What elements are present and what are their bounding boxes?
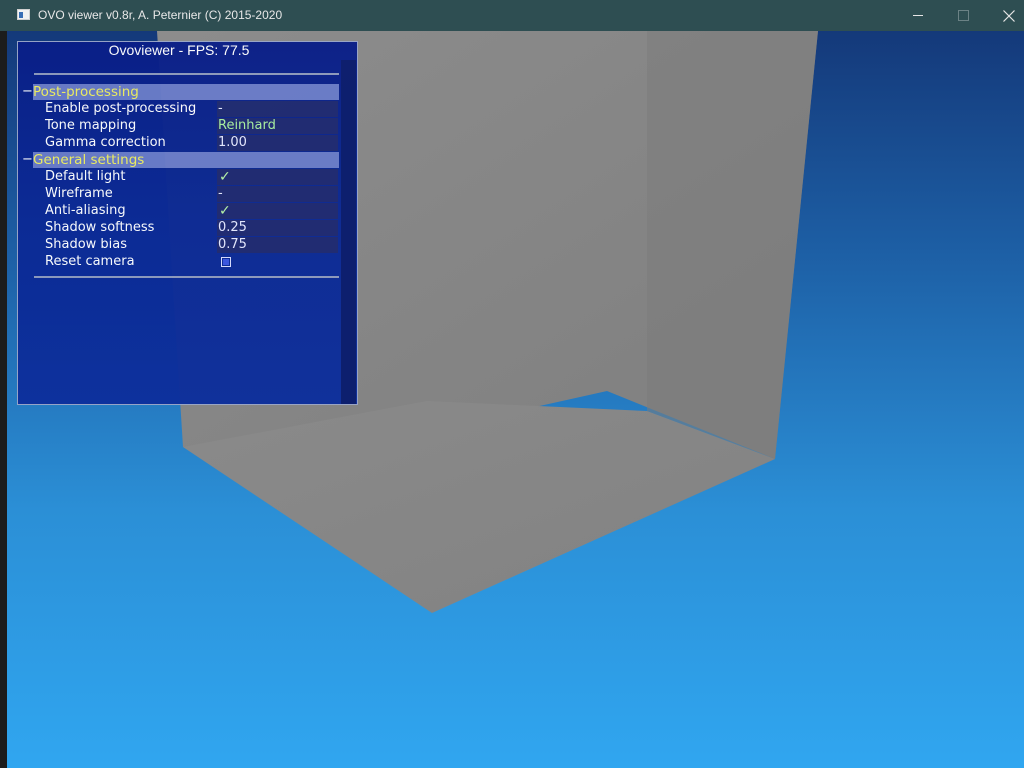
separator	[34, 73, 339, 75]
maximize-button[interactable]	[940, 0, 986, 31]
row-wireframe[interactable]: Wireframe -	[34, 186, 339, 202]
cube-floor	[183, 401, 775, 613]
section-general-settings[interactable]: − General settings	[22, 152, 339, 168]
panel-scrollbar[interactable]	[341, 60, 356, 404]
row-default-light[interactable]: Default light ✓	[34, 169, 339, 185]
tone-mapping-select[interactable]: Reinhard	[217, 118, 338, 134]
maximize-icon	[957, 10, 969, 21]
row-label: Wireframe	[45, 186, 113, 201]
section-label: General settings	[33, 152, 339, 168]
gamma-correction-input[interactable]: 1.00	[217, 135, 338, 151]
panel-title: Ovoviewer - FPS: 77.5	[108, 42, 250, 58]
row-shadow-bias[interactable]: Shadow bias 0.75	[34, 237, 339, 253]
default-light-checkbox[interactable]: ✓	[217, 169, 338, 185]
close-button[interactable]	[986, 0, 1024, 31]
row-label: Shadow bias	[45, 237, 128, 252]
minimize-icon	[913, 15, 923, 16]
row-reset-camera[interactable]: Reset camera	[34, 254, 339, 270]
row-label: Default light	[45, 169, 126, 184]
row-gamma-correction[interactable]: Gamma correction 1.00	[34, 135, 339, 151]
collapse-icon[interactable]: −	[22, 84, 33, 100]
checkmark-icon: ✓	[219, 203, 231, 219]
row-anti-aliasing[interactable]: Anti-aliasing ✓	[34, 203, 339, 219]
reset-camera-button[interactable]	[217, 254, 338, 270]
cube-right-wall	[647, 31, 818, 459]
row-label: Gamma correction	[45, 135, 166, 150]
row-label: Reset camera	[45, 254, 135, 269]
close-icon	[1003, 9, 1015, 22]
row-label: Anti-aliasing	[45, 203, 126, 218]
enable-post-processing-toggle[interactable]: -	[217, 101, 338, 117]
shadow-softness-input[interactable]: 0.25	[217, 220, 338, 236]
row-label: Shadow softness	[45, 220, 155, 235]
collapse-icon[interactable]: −	[22, 152, 33, 168]
minimize-button[interactable]	[895, 0, 941, 31]
wireframe-checkbox[interactable]: -	[217, 186, 338, 202]
row-tone-mapping[interactable]: Tone mapping Reinhard	[34, 118, 339, 134]
window-title: OVO viewer v0.8r, A. Peternier (C) 2015-…	[38, 8, 283, 22]
settings-panel[interactable]: Ovoviewer - FPS: 77.5 − Post-processing …	[17, 41, 358, 405]
button-box-icon	[221, 257, 231, 267]
window-left-edge	[0, 31, 7, 768]
section-label: Post-processing	[33, 84, 339, 100]
row-label: Tone mapping	[45, 118, 137, 133]
separator	[34, 276, 339, 278]
row-label: Enable post-processing	[45, 101, 197, 116]
row-shadow-softness[interactable]: Shadow softness 0.25	[34, 220, 339, 236]
app-window: OVO viewer v0.8r, A. Peternier (C) 2015-…	[0, 0, 1024, 768]
shadow-bias-input[interactable]: 0.75	[217, 237, 338, 253]
section-post-processing[interactable]: − Post-processing	[22, 84, 339, 100]
title-bar[interactable]: OVO viewer v0.8r, A. Peternier (C) 2015-…	[0, 0, 1024, 31]
checkmark-icon: ✓	[219, 169, 231, 185]
anti-aliasing-checkbox[interactable]: ✓	[217, 203, 338, 219]
row-enable-post-processing[interactable]: Enable post-processing -	[34, 101, 339, 117]
app-icon	[17, 9, 30, 20]
